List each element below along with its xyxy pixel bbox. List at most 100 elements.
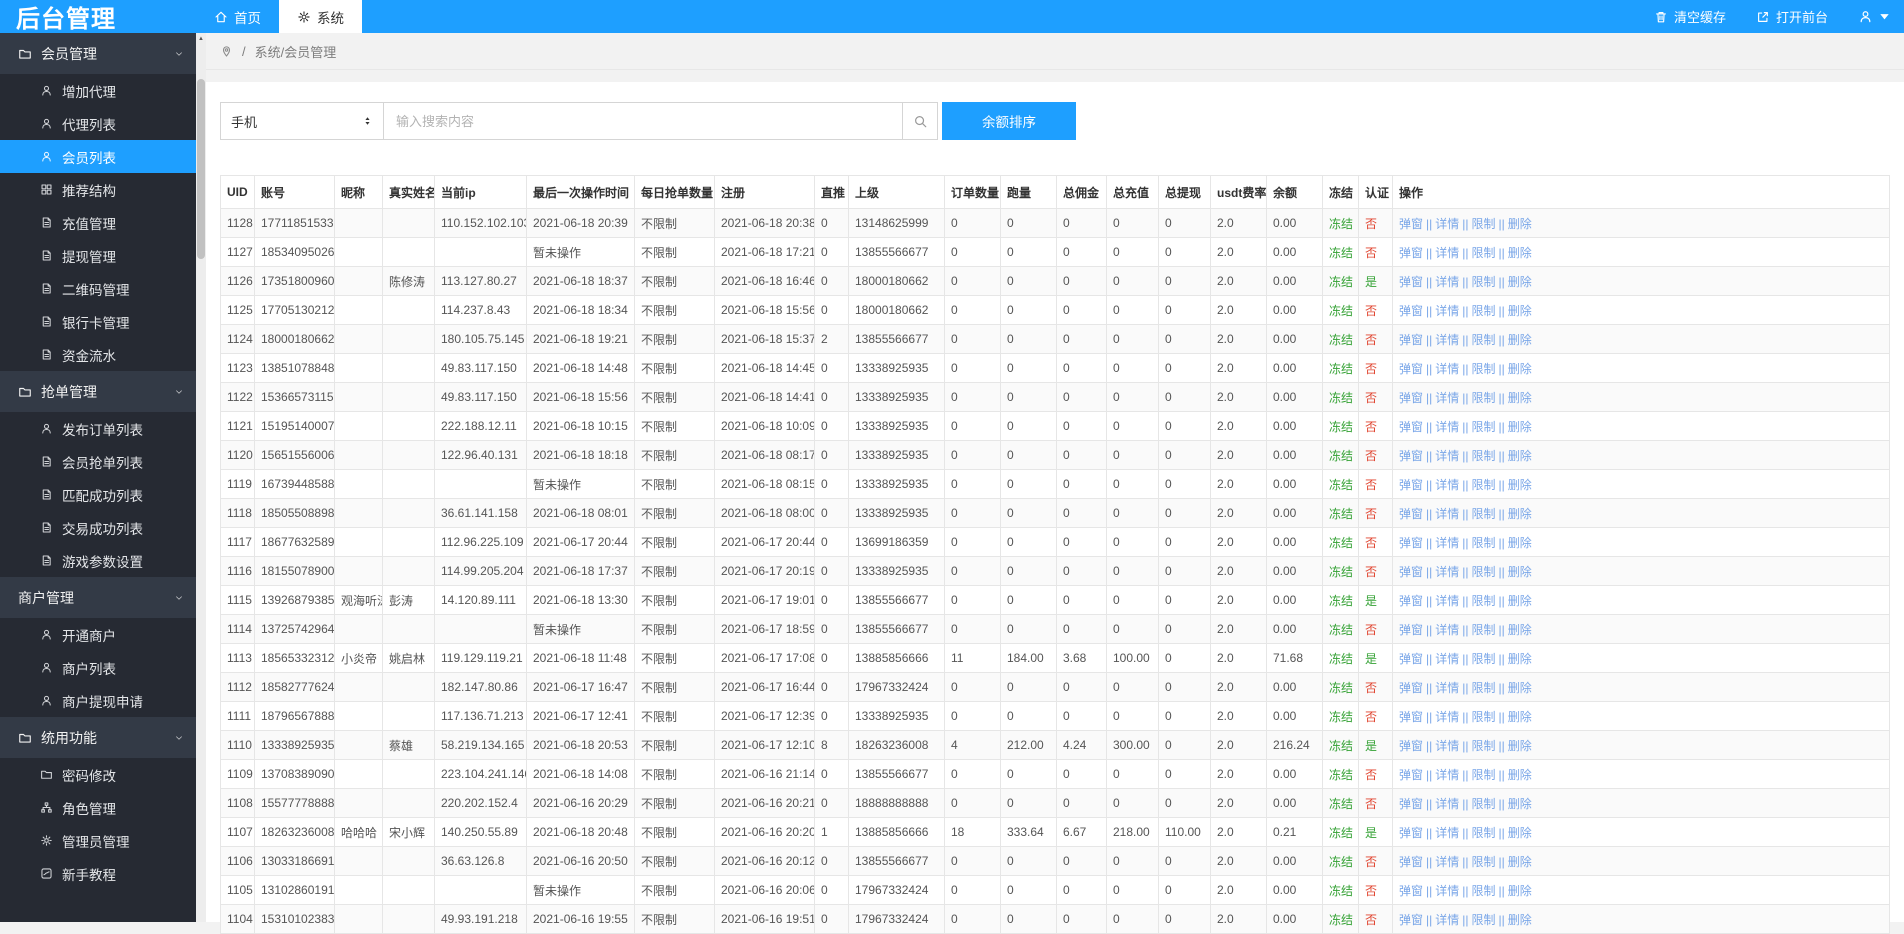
sidebar-item-match-success-list[interactable]: 匹配成功列表 (0, 478, 196, 511)
op-delete-link[interactable]: 删除 (1508, 884, 1532, 898)
sidebar-item-withdraw-management[interactable]: 提现管理 (0, 239, 196, 272)
freeze-link[interactable]: 冻结 (1329, 217, 1353, 231)
freeze-link[interactable]: 冻结 (1329, 507, 1353, 521)
search-input[interactable] (383, 102, 903, 140)
op-delete-link[interactable]: 删除 (1508, 565, 1532, 579)
op-delete-link[interactable]: 删除 (1508, 536, 1532, 550)
sidebar-item-trade-success-list[interactable]: 交易成功列表 (0, 511, 196, 544)
sidebar-item-bankcard-management[interactable]: 银行卡管理 (0, 305, 196, 338)
search-field-select[interactable]: 手机 (220, 102, 384, 140)
op-detail-link[interactable]: 详情 (1435, 333, 1459, 347)
op-detail-link[interactable]: 详情 (1435, 420, 1459, 434)
op-limit-link[interactable]: 限制 (1472, 333, 1496, 347)
sidebar-item-admin-management[interactable]: 管理员管理 (0, 824, 196, 857)
op-popup-link[interactable]: 弹窗 (1399, 884, 1423, 898)
freeze-link[interactable]: 冻结 (1329, 855, 1353, 869)
freeze-link[interactable]: 冻结 (1329, 739, 1353, 753)
sidebar-item-merchant-list[interactable]: 商户列表 (0, 651, 196, 684)
op-popup-link[interactable]: 弹窗 (1399, 565, 1423, 579)
freeze-link[interactable]: 冻结 (1329, 275, 1353, 289)
sidebar-item-member-grab-list[interactable]: 会员抢单列表 (0, 445, 196, 478)
sidebar-section-merchant-management[interactable]: 商户管理 (0, 577, 196, 618)
sidebar-section-member-management[interactable]: 会员管理 (0, 33, 196, 74)
freeze-link[interactable]: 冻结 (1329, 391, 1353, 405)
freeze-link[interactable]: 冻结 (1329, 594, 1353, 608)
op-delete-link[interactable]: 删除 (1508, 855, 1532, 869)
freeze-link[interactable]: 冻结 (1329, 420, 1353, 434)
sidebar-item-publish-order-list[interactable]: 发布订单列表 (0, 412, 196, 445)
op-limit-link[interactable]: 限制 (1472, 913, 1496, 927)
search-button[interactable] (902, 102, 938, 140)
op-popup-link[interactable]: 弹窗 (1399, 536, 1423, 550)
op-limit-link[interactable]: 限制 (1472, 507, 1496, 521)
freeze-link[interactable]: 冻结 (1329, 449, 1353, 463)
op-detail-link[interactable]: 详情 (1435, 304, 1459, 318)
op-limit-link[interactable]: 限制 (1472, 449, 1496, 463)
op-delete-link[interactable]: 删除 (1508, 478, 1532, 492)
sidebar-item-beginner-tutorial[interactable]: 新手教程 (0, 857, 196, 890)
op-delete-link[interactable]: 删除 (1508, 449, 1532, 463)
op-detail-link[interactable]: 详情 (1435, 449, 1459, 463)
freeze-link[interactable]: 冻结 (1329, 710, 1353, 724)
sidebar-item-open-merchant[interactable]: 开通商户 (0, 618, 196, 651)
sidebar-item-role-management[interactable]: 角色管理 (0, 791, 196, 824)
freeze-link[interactable]: 冻结 (1329, 536, 1353, 550)
op-detail-link[interactable]: 详情 (1435, 594, 1459, 608)
sidebar-scrollbar[interactable]: ▲ (196, 33, 206, 922)
op-detail-link[interactable]: 详情 (1435, 623, 1459, 637)
op-detail-link[interactable]: 详情 (1435, 739, 1459, 753)
nav-item-home[interactable]: 首页 (196, 0, 279, 33)
op-popup-link[interactable]: 弹窗 (1399, 652, 1423, 666)
user-menu[interactable] (1858, 9, 1892, 24)
op-detail-link[interactable]: 详情 (1435, 826, 1459, 840)
freeze-link[interactable]: 冻结 (1329, 797, 1353, 811)
sidebar-item-fund-flow[interactable]: 资金流水 (0, 338, 196, 371)
op-detail-link[interactable]: 详情 (1435, 652, 1459, 666)
op-limit-link[interactable]: 限制 (1472, 275, 1496, 289)
freeze-link[interactable]: 冻结 (1329, 913, 1353, 927)
freeze-link[interactable]: 冻结 (1329, 565, 1353, 579)
op-detail-link[interactable]: 详情 (1435, 855, 1459, 869)
clear-cache-button[interactable]: 清空缓存 (1654, 7, 1726, 26)
op-detail-link[interactable]: 详情 (1435, 913, 1459, 927)
op-popup-link[interactable]: 弹窗 (1399, 478, 1423, 492)
freeze-link[interactable]: 冻结 (1329, 884, 1353, 898)
op-popup-link[interactable]: 弹窗 (1399, 594, 1423, 608)
op-limit-link[interactable]: 限制 (1472, 246, 1496, 260)
op-delete-link[interactable]: 删除 (1508, 652, 1532, 666)
op-popup-link[interactable]: 弹窗 (1399, 797, 1423, 811)
op-delete-link[interactable]: 删除 (1508, 623, 1532, 637)
op-detail-link[interactable]: 详情 (1435, 565, 1459, 579)
op-limit-link[interactable]: 限制 (1472, 420, 1496, 434)
op-popup-link[interactable]: 弹窗 (1399, 913, 1423, 927)
op-delete-link[interactable]: 删除 (1508, 333, 1532, 347)
op-detail-link[interactable]: 详情 (1435, 217, 1459, 231)
op-popup-link[interactable]: 弹窗 (1399, 507, 1423, 521)
op-limit-link[interactable]: 限制 (1472, 304, 1496, 318)
op-delete-link[interactable]: 删除 (1508, 507, 1532, 521)
op-popup-link[interactable]: 弹窗 (1399, 420, 1423, 434)
freeze-link[interactable]: 冻结 (1329, 623, 1353, 637)
op-detail-link[interactable]: 详情 (1435, 710, 1459, 724)
op-delete-link[interactable]: 删除 (1508, 826, 1532, 840)
balance-sort-button[interactable]: 余额排序 (942, 102, 1076, 140)
freeze-link[interactable]: 冻结 (1329, 478, 1353, 492)
sidebar-section-common-functions[interactable]: 统用功能 (0, 717, 196, 758)
op-delete-link[interactable]: 删除 (1508, 710, 1532, 724)
op-popup-link[interactable]: 弹窗 (1399, 826, 1423, 840)
op-popup-link[interactable]: 弹窗 (1399, 855, 1423, 869)
scrollbar-thumb[interactable] (197, 79, 205, 259)
op-limit-link[interactable]: 限制 (1472, 681, 1496, 695)
op-popup-link[interactable]: 弹窗 (1399, 333, 1423, 347)
op-limit-link[interactable]: 限制 (1472, 797, 1496, 811)
op-detail-link[interactable]: 详情 (1435, 275, 1459, 289)
sidebar-item-game-params-settings[interactable]: 游戏参数设置 (0, 544, 196, 577)
nav-item-system[interactable]: 系统 (279, 0, 362, 33)
op-delete-link[interactable]: 删除 (1508, 362, 1532, 376)
op-detail-link[interactable]: 详情 (1435, 507, 1459, 521)
op-delete-link[interactable]: 删除 (1508, 768, 1532, 782)
op-popup-link[interactable]: 弹窗 (1399, 681, 1423, 695)
freeze-link[interactable]: 冻结 (1329, 681, 1353, 695)
op-popup-link[interactable]: 弹窗 (1399, 246, 1423, 260)
op-popup-link[interactable]: 弹窗 (1399, 304, 1423, 318)
